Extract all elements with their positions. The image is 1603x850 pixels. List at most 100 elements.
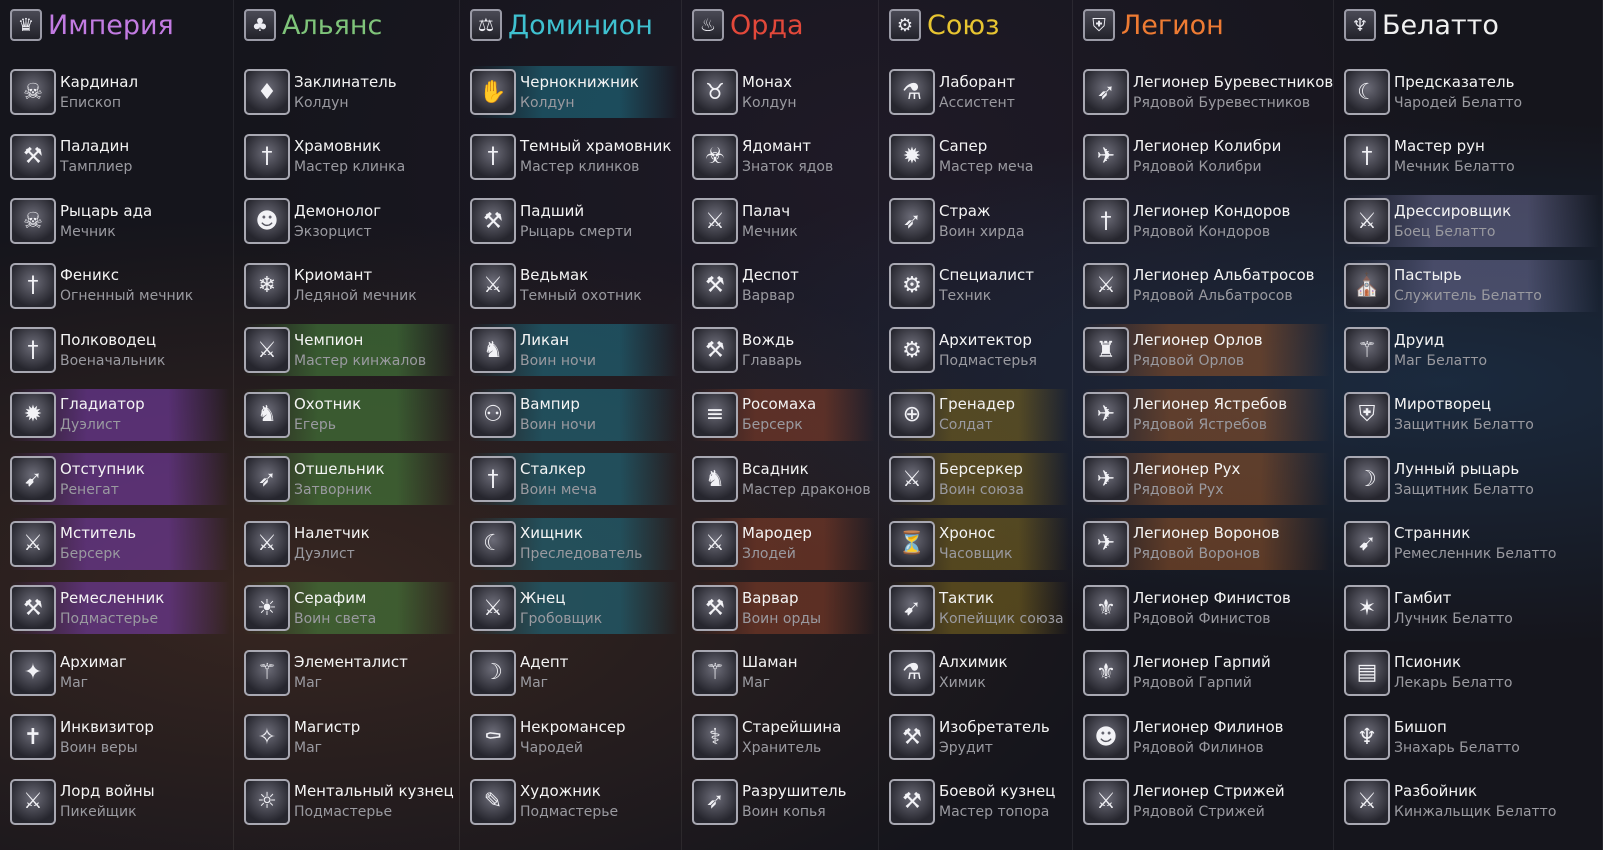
class-row-dominion-8[interactable]: ⚔ Жнец Гробовщик [470, 582, 678, 634]
class-row-horde-4[interactable]: ⚒ Вождь Главарь [692, 324, 875, 376]
class-row-horde-10[interactable]: ⚕ Старейшина Хранитель [692, 711, 875, 763]
class-row-empire-11[interactable]: ⚔ Лорд войны Пикейщик [10, 776, 230, 828]
class-row-alliance-6[interactable]: ➶ Отшельник Затворник [244, 453, 456, 505]
class-row-dominion-0[interactable]: ✋ Чернокнижник Колдун [470, 66, 678, 118]
class-row-alliance-10[interactable]: ✧ Магистр Маг [244, 711, 456, 763]
class-row-union-4[interactable]: ⚙ Архитектор Подмастерья [889, 324, 1069, 376]
class-row-union-8[interactable]: ➹ Тактик Копейщик союза [889, 582, 1069, 634]
class-row-union-0[interactable]: ⚗ Лаборант Ассистент [889, 66, 1069, 118]
class-row-empire-1[interactable]: ⚒ Паладин Тамплиер [10, 131, 230, 183]
class-row-horde-0[interactable]: ♉ Монах Колдун [692, 66, 875, 118]
class-row-belatto-3[interactable]: ⛪ Пастырь Служитель Белатто [1344, 259, 1599, 312]
class-row-legion-10[interactable]: ☻ Легионер Филинов Рядовой Филинов [1083, 711, 1330, 763]
faction-header-alliance[interactable]: ♣ Альянс [244, 6, 382, 44]
class-row-horde-9[interactable]: ⚚ Шаман Маг [692, 647, 875, 699]
class-row-empire-5[interactable]: ✹ Гладиатор Дуэлист [10, 388, 230, 441]
class-row-empire-0[interactable]: ☠ Кардинал Епископ [10, 66, 230, 118]
class-row-empire-10[interactable]: ✝ Инквизитор Воин веры [10, 711, 230, 763]
class-row-alliance-0[interactable]: ♦ Заклинатель Колдун [244, 66, 456, 118]
class-row-horde-1[interactable]: ☣ Ядомант Знаток ядов [692, 131, 875, 183]
class-row-union-6[interactable]: ⚔ Берсеркер Воин союза [889, 453, 1069, 505]
class-row-union-11[interactable]: ⚒ Боевой кузнец Мастер топора [889, 776, 1069, 828]
class-row-legion-6[interactable]: ✈ Легионер Рух Рядовой Рух [1083, 453, 1330, 505]
class-row-alliance-2[interactable]: ☻ Демонолог Экзорцист [244, 195, 456, 247]
class-row-dominion-7[interactable]: ☾ Хищник Преследователь [470, 517, 678, 570]
class-row-legion-4[interactable]: ♜ Легионер Орлов Рядовой Орлов [1083, 324, 1330, 376]
class-row-legion-8[interactable]: ⚜ Легионер Финистов Рядовой Финистов [1083, 582, 1330, 634]
class-row-belatto-6[interactable]: ☽ Лунный рыцарь Защитник Белатто [1344, 453, 1599, 505]
class-row-horde-3[interactable]: ⚒ Деспот Варвар [692, 260, 875, 312]
class-row-belatto-2[interactable]: ⚔ Дрессировщик Боец Белатто [1344, 195, 1599, 247]
class-subtitle: Мастер клинков [520, 159, 640, 175]
faction-header-empire[interactable]: ♛ Империя [10, 6, 174, 44]
class-row-alliance-7[interactable]: ⚔ Налетчик Дуэлист [244, 518, 456, 570]
class-row-alliance-5[interactable]: ♞ Охотник Егерь [244, 388, 456, 441]
class-row-alliance-9[interactable]: ⚚ Элементалист Маг [244, 647, 456, 699]
faction-header-legion[interactable]: ⛨ Легион [1083, 6, 1224, 44]
class-row-union-7[interactable]: ⏳ Хронос Часовщик [889, 517, 1069, 570]
class-row-dominion-5[interactable]: ⚇ Вампир Воин ночи [470, 388, 678, 441]
class-row-belatto-7[interactable]: ➹ Странник Ремесленник Белатто [1344, 518, 1599, 570]
class-row-dominion-6[interactable]: † Сталкер Воин меча [470, 453, 678, 505]
class-row-alliance-1[interactable]: † Храмовник Мастер клинка [244, 131, 456, 183]
class-row-belatto-5[interactable]: ⛨ Миротворец Защитник Белатто [1344, 389, 1599, 441]
class-row-legion-0[interactable]: ➶ Легионер Буревестников Рядовой Буревестн… [1083, 66, 1333, 118]
class-row-legion-9[interactable]: ⚜ Легионер Гарпий Рядовой Гарпий [1083, 647, 1330, 699]
class-row-empire-9[interactable]: ✦ Архимаг Маг [10, 647, 230, 699]
class-row-dominion-10[interactable]: ⚰ Некромансер Чародей [470, 711, 678, 763]
class-row-belatto-10[interactable]: ♆ Бишоп Знахарь Белатто [1344, 711, 1599, 763]
class-row-union-3[interactable]: ⚙ Специалист Техник [889, 260, 1069, 312]
class-row-dominion-9[interactable]: ☽ Адепт Маг [470, 647, 678, 699]
class-row-union-5[interactable]: ⊕ Гренадер Солдат [889, 388, 1069, 441]
class-text: Архитектор Подмастерья [939, 330, 1037, 371]
class-row-horde-8[interactable]: ⚒ Варвар Воин орды [692, 582, 875, 634]
class-row-empire-4[interactable]: † Полководец Военачальник [10, 324, 230, 376]
class-subtitle: Знахарь Белатто [1394, 739, 1520, 756]
class-row-horde-2[interactable]: ⚔ Палач Мечник [692, 195, 875, 247]
faction-header-dominion[interactable]: ⚖ Доминион [470, 6, 653, 44]
class-subtitle: Подмастерье [294, 804, 393, 820]
class-row-dominion-3[interactable]: ⚔ Ведьмак Темный охотник [470, 260, 678, 312]
class-row-dominion-4[interactable]: ♞ Ликан Воин ночи [470, 324, 678, 376]
class-row-belatto-1[interactable]: † Мастер рун Мечник Белатто [1344, 131, 1599, 183]
wolf-head-icon: ♞ [244, 391, 290, 438]
class-row-legion-3[interactable]: ⚔ Легионер Альбатросов Рядовой Альбатросов [1083, 260, 1330, 312]
class-row-union-10[interactable]: ⚒ Изобретатель Эрудит [889, 711, 1069, 763]
class-subtitle: Рядовой Рух [1133, 481, 1224, 498]
class-text: Полководец Военачальник [60, 330, 165, 371]
class-row-alliance-4[interactable]: ⚔ Чемпион Мастер кинжалов [244, 324, 456, 376]
faction-title: Белатто [1382, 9, 1499, 41]
faction-header-union[interactable]: ⚙ Союз [889, 6, 999, 44]
class-row-empire-2[interactable]: ☠ Рыцарь ада Мечник [10, 195, 230, 247]
class-row-belatto-4[interactable]: ⚚ Друид Маг Белатто [1344, 324, 1599, 376]
class-row-horde-11[interactable]: ➶ Разрушитель Воин копья [692, 776, 875, 828]
class-row-dominion-2[interactable]: ⚒ Падший Рыцарь смерти [470, 195, 678, 247]
class-row-empire-8[interactable]: ⚒ Ремесленник Подмастерье [10, 582, 230, 634]
faction-header-belatto[interactable]: ♆ Белатто [1344, 6, 1499, 44]
class-row-empire-7[interactable]: ⚔ Мститель Берсерк [10, 517, 230, 570]
class-row-horde-5[interactable]: ≡ Росомаха Берсерк [692, 388, 875, 441]
class-row-empire-3[interactable]: † Феникс Огненный мечник [10, 260, 230, 312]
class-row-dominion-1[interactable]: † Темный храмовник Мастер клинков [470, 131, 678, 183]
class-subtitle: Егерь [294, 417, 336, 433]
class-row-belatto-11[interactable]: ⚔ Разбойник Кинжальщик Белатто [1344, 776, 1599, 828]
class-row-union-1[interactable]: ✹ Сапер Мастер меча [889, 131, 1069, 183]
class-row-alliance-11[interactable]: ☼ Ментальный кузнец Подмастерье [244, 776, 456, 828]
class-row-belatto-0[interactable]: ☾ Предсказатель Чародей Белатто [1344, 66, 1599, 118]
class-row-union-9[interactable]: ⚗ Алхимик Химик [889, 647, 1069, 699]
class-row-horde-6[interactable]: ♞ Всадник Мастер драконов [692, 453, 875, 505]
class-row-belatto-9[interactable]: ▤ Псионик Лекарь Белатто [1344, 647, 1599, 699]
class-row-union-2[interactable]: ➶ Страж Воин хирда [889, 195, 1069, 247]
class-row-legion-7[interactable]: ✈ Легионер Воронов Рядовой Воронов [1083, 517, 1330, 570]
class-row-belatto-8[interactable]: ✶ Гамбит Лучник Белатто [1344, 582, 1599, 634]
class-row-alliance-8[interactable]: ☀ Серафим Воин света [244, 582, 456, 634]
class-row-legion-1[interactable]: ✈ Легионер Колибри Рядовой Колибри [1083, 131, 1330, 183]
class-row-alliance-3[interactable]: ❄ Криомант Ледяной мечник [244, 260, 456, 312]
class-row-legion-5[interactable]: ✈ Легионер Ястребов Рядовой Ястребов [1083, 388, 1330, 441]
class-row-legion-11[interactable]: ⚔ Легионер Стрижей Рядовой Стрижей [1083, 776, 1330, 828]
class-row-legion-2[interactable]: † Легионер Кондоров Рядовой Кондоров [1083, 195, 1330, 247]
faction-header-horde[interactable]: ♨ Орда [692, 6, 804, 44]
class-row-empire-6[interactable]: ➹ Отступник Ренегат [10, 453, 230, 505]
class-row-horde-7[interactable]: ⚔ Мародер Злодей [692, 517, 875, 570]
class-row-dominion-11[interactable]: ✎ Художник Подмастерье [470, 776, 678, 828]
